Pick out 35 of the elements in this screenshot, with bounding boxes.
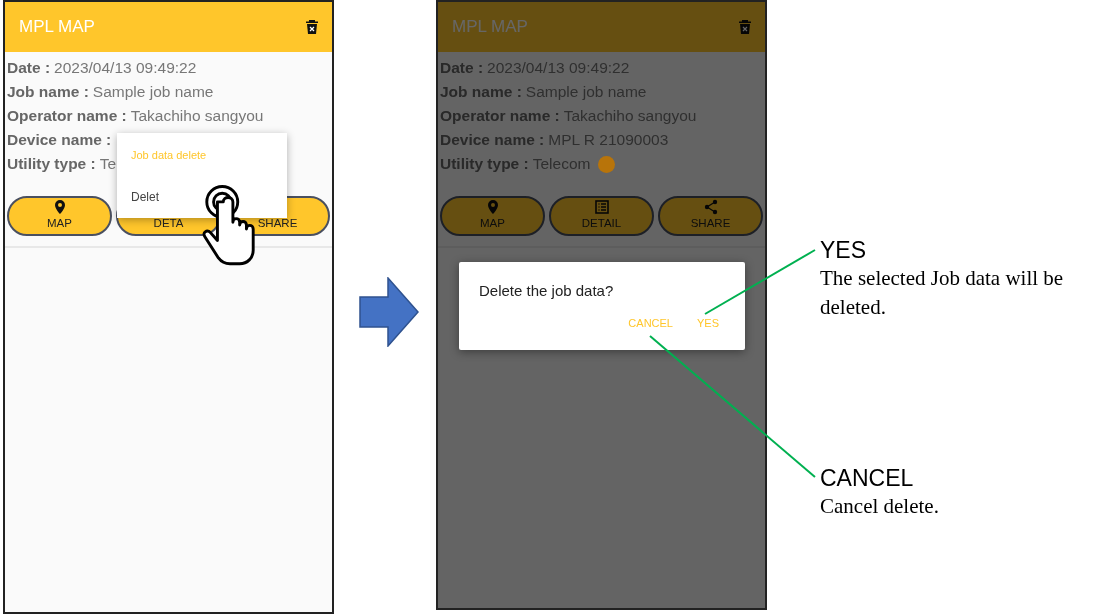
list-icon (593, 199, 610, 216)
field-label: Device name : (440, 130, 545, 150)
field-label: Device name : (7, 130, 112, 150)
dialog-message: Delete the job data? (478, 281, 615, 301)
callout-text: Cancel delete. (820, 493, 940, 520)
field-label: Date : (7, 58, 51, 78)
delete-button[interactable] (304, 19, 320, 35)
menu-item[interactable]: Delet (117, 173, 173, 218)
callout-title: YES (820, 236, 868, 264)
field-value: 2023/04/13 09:49:22 (54, 58, 197, 78)
right-arrow-icon (359, 277, 419, 347)
trash-icon (737, 19, 753, 35)
field-label: Utility type : (7, 154, 96, 174)
field-label: Job name : (7, 82, 89, 102)
map-button[interactable]: MAP (7, 196, 112, 236)
confirm-button[interactable]: YES (689, 313, 727, 334)
cancel-button[interactable]: CANCEL (620, 313, 681, 334)
field-label: Operator name : (7, 106, 127, 126)
field-value: Te (99, 154, 117, 174)
callout-title: CANCEL (820, 464, 915, 492)
detail-button[interactable]: DETAIL (549, 196, 654, 236)
menu-title: Job data delete (130, 148, 208, 163)
app-title: MPL MAP (452, 16, 528, 39)
field-value: Sample job name (92, 82, 214, 102)
field-value: Takachiho sangyou (130, 106, 264, 126)
map-button[interactable]: MAP (440, 196, 545, 236)
trash-icon (304, 19, 320, 35)
share-button[interactable]: SHARE (658, 196, 763, 236)
field-label: Job name : (440, 82, 522, 102)
callout-text: The selected Job data will be deleted. (820, 265, 1065, 321)
field-label: Utility type : (440, 154, 529, 174)
app-title: MPL MAP (19, 16, 95, 39)
field-label: Date : (440, 58, 484, 78)
field-label: Operator name : (440, 106, 560, 126)
share-icon (702, 199, 719, 216)
